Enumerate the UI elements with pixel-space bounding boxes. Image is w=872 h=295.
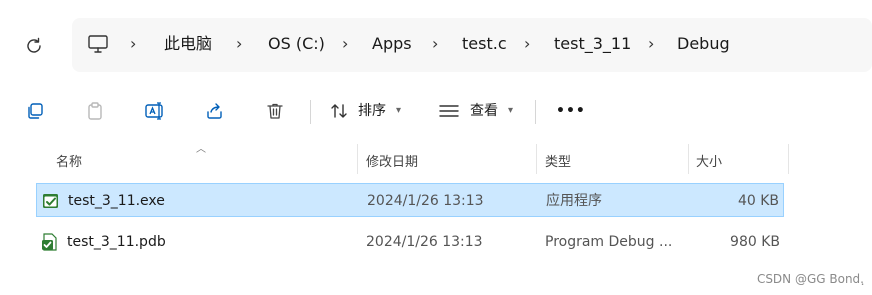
share-button[interactable] [204,100,226,122]
refresh-button[interactable] [20,32,48,60]
breadcrumb-separator[interactable]: › [130,33,136,55]
paste-icon [88,102,102,120]
file-type: 应用程序 [546,193,602,209]
column-divider[interactable] [536,144,537,174]
paste-button[interactable] [84,100,106,122]
column-header-row: ︿ 名称 修改日期 类型 大小 [0,144,872,176]
copy-button[interactable] [24,100,46,122]
column-divider[interactable] [357,144,358,174]
file-row-pdb[interactable]: test_3_11.pdb 2024/1/26 13:13 Program De… [36,225,784,259]
trash-icon [267,103,283,119]
file-size: 40 KB [737,193,779,209]
column-header-modified[interactable]: 修改日期 [366,151,418,170]
breadcrumb-separator[interactable]: › [432,33,438,55]
toolbar-divider [535,100,536,124]
sort-ascending-icon: ︿ [196,144,206,155]
sort-icon [331,104,347,118]
column-header-size[interactable]: 大小 [696,151,722,170]
list-view-icon [439,105,459,117]
breadcrumb-this-pc[interactable]: 此电脑 [164,32,212,56]
breadcrumb-separator[interactable]: › [648,33,654,55]
sort-button[interactable] [328,100,350,122]
breadcrumb-test-3-11[interactable]: test_3_11 [554,32,631,56]
more-options-button[interactable]: ••• [556,100,586,122]
breadcrumb-apps[interactable]: Apps [372,32,412,56]
breadcrumb-separator[interactable]: › [342,33,348,55]
view-button[interactable] [438,100,460,122]
breadcrumb-test-c[interactable]: test.c [462,32,507,56]
rename-icon [145,102,163,120]
breadcrumb-separator[interactable]: › [236,33,242,55]
view-label[interactable]: 查看 [470,100,498,122]
file-name[interactable]: test_3_11.pdb [67,233,166,251]
column-header-name[interactable]: 名称 [56,151,82,170]
file-name[interactable]: test_3_11.exe [68,192,165,210]
copy-icon [28,103,43,119]
sort-label[interactable]: 排序 [358,100,386,122]
pdb-file-icon [42,233,57,251]
address-bar[interactable]: › 此电脑 › OS (C:) › Apps › test.c › test_3… [72,18,872,72]
monitor-icon[interactable] [86,32,110,56]
share-icon [207,103,222,119]
exe-file-icon [43,194,58,208]
file-modified: 2024/1/26 13:13 [367,193,484,209]
file-row-exe[interactable]: test_3_11.exe 2024/1/26 13:13 应用程序 40 KB [36,183,784,217]
address-row: › 此电脑 › OS (C:) › Apps › test.c › test_3… [0,0,872,92]
column-divider[interactable] [688,144,689,174]
watermark-text: CSDN @GG Bond.ฺ [756,272,864,286]
refresh-icon [27,37,41,53]
column-header-type[interactable]: 类型 [545,151,571,170]
chevron-down-icon[interactable]: ▾ [396,101,401,121]
breadcrumb-debug[interactable]: Debug [677,32,730,56]
file-size: 980 KB [730,234,780,250]
breadcrumb-os-c[interactable]: OS (C:) [268,32,325,56]
breadcrumb-separator[interactable]: › [524,33,530,55]
chevron-down-icon[interactable]: ▾ [508,101,513,121]
toolbar-divider [310,100,311,124]
delete-button[interactable] [264,100,286,122]
rename-button[interactable] [144,100,166,122]
command-bar: 排序 ▾ 查看 ▾ ••• [0,92,872,144]
file-type: Program Debug ... [545,234,673,250]
file-modified: 2024/1/26 13:13 [366,234,483,250]
column-divider[interactable] [788,144,789,174]
